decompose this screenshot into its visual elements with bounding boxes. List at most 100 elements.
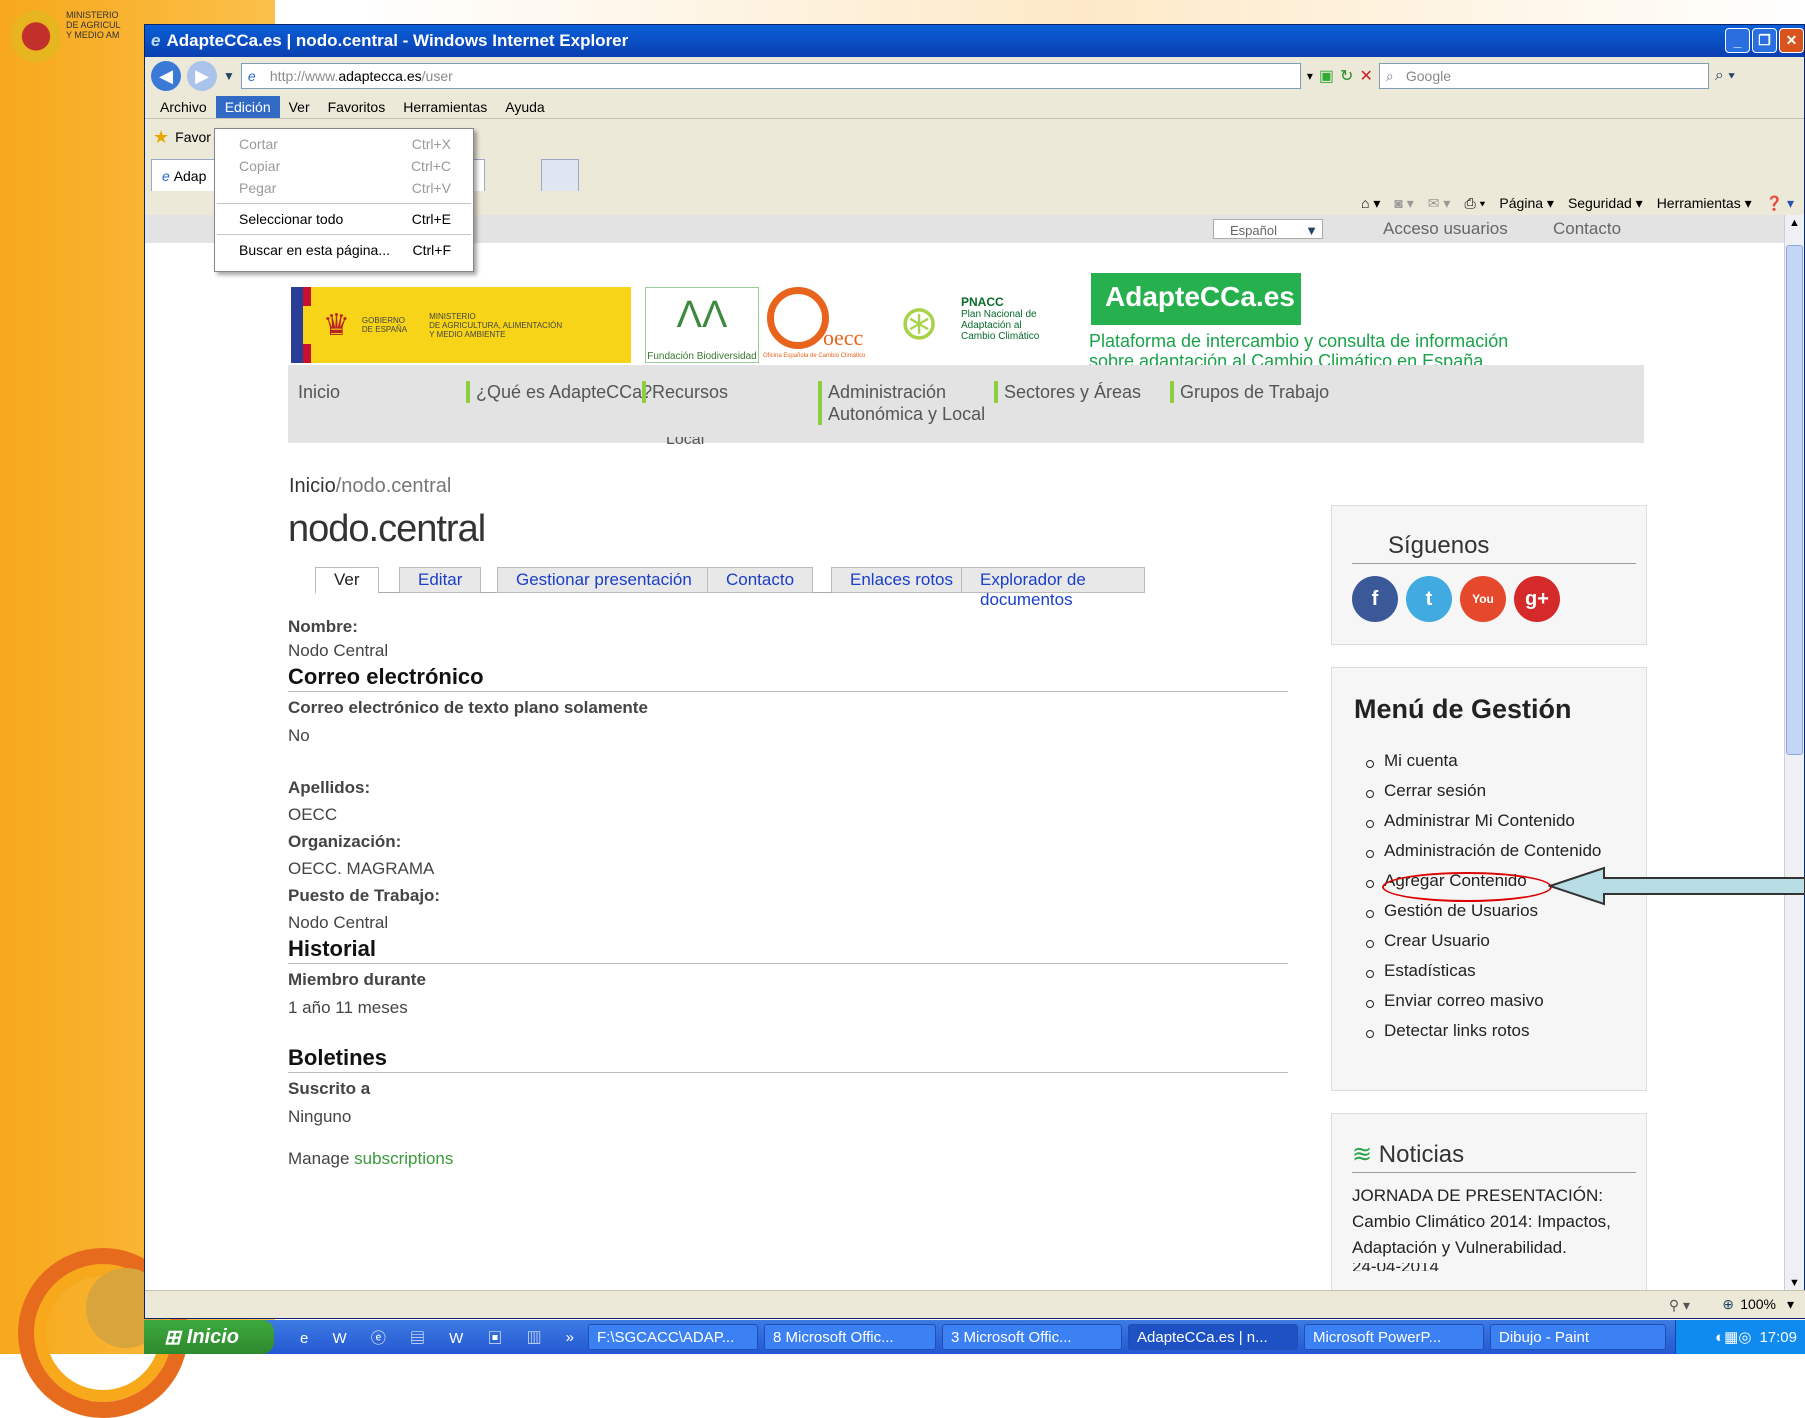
oecc-subtitle: Oficina Española de Cambio Climático [763, 353, 866, 359]
menu-administrar-mi-contenido[interactable]: Administrar Mi Contenido [1366, 811, 1646, 841]
clock: 17:09 [1759, 1328, 1797, 1346]
refresh-icon[interactable]: ↻ [1340, 66, 1353, 86]
youtube-icon[interactable]: You [1460, 576, 1506, 622]
menu-crear-usuario[interactable]: Crear Usuario [1366, 931, 1646, 961]
edit-menu-copiar[interactable]: Copiar Ctrl+C [215, 155, 473, 177]
edit-menu-seleccionar-todo[interactable]: Seleccionar todo Ctrl+E [215, 208, 473, 230]
tab-explorador-documentos[interactable]: Explorador de documentos [961, 567, 1145, 609]
zoom-level[interactable]: 100% [1740, 1296, 1776, 1312]
feeds-icon[interactable]: ◙ ▾ [1394, 195, 1413, 212]
breadcrumb-home[interactable]: Inicio [289, 475, 336, 497]
pnacc-text: PNACC [961, 295, 1004, 309]
zoom-icon[interactable]: ⊕ [1722, 1296, 1734, 1313]
oecc-circle-icon [767, 287, 829, 349]
home-icon[interactable]: ⌂ ▾ [1361, 195, 1380, 212]
back-button[interactable]: ◀ [151, 61, 181, 91]
menu-mi-cuenta[interactable]: Mi cuenta [1366, 751, 1646, 781]
edit-menu-pegar[interactable]: Pegar Ctrl+V [215, 177, 473, 199]
menu-estadisticas[interactable]: Estadísticas [1366, 961, 1646, 991]
gobierno-logo: ♛ GOBIERNO DE ESPAÑA MINISTERIO DE AGRIC… [291, 287, 631, 363]
menu-herramientas[interactable]: Herramientas [394, 96, 496, 118]
favorites-star-icon[interactable]: ★ [153, 127, 169, 148]
news-item[interactable]: JORNADA DE PRESENTACIÓN: Cambio Climátic… [1352, 1183, 1636, 1263]
menu-cerrar-sesion[interactable]: Cerrar sesión [1366, 781, 1646, 811]
nav-administracion[interactable]: Administración Autonómica y Local [818, 381, 988, 425]
menu-detectar-links-rotos[interactable]: Detectar links rotos [1366, 1021, 1646, 1051]
address-dropdown-icon[interactable]: ▾ [1307, 69, 1313, 83]
scroll-up-icon[interactable]: ▲ [1789, 217, 1800, 229]
search-input[interactable]: ⌕ Google [1378, 63, 1709, 89]
scrollbar-thumb[interactable] [1786, 245, 1803, 755]
adaptecca-logo[interactable]: AdapteCCa.es [1091, 273, 1301, 325]
page-menu[interactable]: Página ▾ [1499, 195, 1554, 212]
start-button[interactable]: ⊞ Inicio [144, 1320, 274, 1354]
quick-launch-more-icon[interactable]: » [566, 1329, 574, 1346]
mail-icon[interactable]: ✉ ▾ [1428, 195, 1451, 212]
twitter-icon[interactable]: t [1406, 576, 1452, 622]
minimize-button[interactable]: _ [1725, 28, 1750, 53]
taskbar-powerpoint[interactable]: Microsoft PowerP... [1304, 1324, 1485, 1350]
nav-sectores[interactable]: Sectores y Áreas [994, 381, 1141, 403]
menu-ayuda[interactable]: Ayuda [496, 96, 553, 118]
windows-logo-icon: ⊞ [164, 1326, 181, 1349]
menu-archivo[interactable]: Archivo [151, 96, 216, 118]
vertical-scrollbar[interactable]: ▲ ▼ [1784, 215, 1804, 1291]
search-button-icon[interactable]: ⌕ ▾ [1715, 67, 1735, 85]
taskbar-office[interactable]: 3 Microsoft Offic... [942, 1324, 1123, 1350]
menu-favoritos[interactable]: Favoritos [319, 96, 395, 118]
forward-button[interactable]: ▶ [187, 61, 217, 91]
compat-view-icon[interactable]: ▣ [1319, 66, 1334, 86]
taskbar-explorer[interactable]: F:\SGCACC\ADAP... [588, 1324, 759, 1350]
history-heading: Historial [288, 937, 1288, 964]
address-bar[interactable]: e http://www. adaptecca.es/user [240, 63, 1301, 89]
menu-ver[interactable]: Ver [280, 96, 319, 118]
taskbar-word[interactable]: 8 Microsoft Offic... [764, 1324, 937, 1350]
edit-menu-cortar[interactable]: Cortar Ctrl+X [215, 133, 473, 155]
help-icon[interactable]: ❓ ▾ [1766, 195, 1794, 212]
scroll-down-icon[interactable]: ▼ [1789, 1277, 1800, 1289]
menu-enviar-correo-masivo[interactable]: Enviar correo masivo [1366, 991, 1646, 1021]
wifi-icon: ≋ [1352, 1141, 1379, 1168]
favorites-label[interactable]: Favor [175, 129, 211, 145]
subscriptions-link[interactable]: subscriptions [354, 1149, 453, 1168]
print-icon[interactable]: ⎙ ▾ [1464, 195, 1485, 212]
search-placeholder: Google [1405, 68, 1452, 84]
maximize-button[interactable]: ❐ [1752, 28, 1777, 53]
google-plus-icon[interactable]: g+ [1514, 576, 1560, 622]
tab-gestionar-presentacion[interactable]: Gestionar presentación [497, 567, 711, 593]
search-icon: ⌕ [1385, 67, 1394, 84]
nav-grupos[interactable]: Grupos de Trabajo [1170, 381, 1329, 403]
new-tab-button[interactable] [541, 159, 579, 191]
contact-link[interactable]: Contacto [1553, 219, 1621, 239]
manage-text: Manage [288, 1149, 350, 1168]
tab-enlaces-rotos[interactable]: Enlaces rotos [831, 567, 972, 593]
edit-menu-buscar[interactable]: Buscar en esta página... Ctrl+F [215, 239, 473, 261]
tab-contacto[interactable]: Contacto [707, 567, 814, 593]
nav-overflow-text: Local [666, 437, 705, 447]
facebook-icon[interactable]: f [1352, 576, 1398, 622]
tray-icons[interactable]: ◐▦◎ [1715, 1328, 1751, 1346]
seleccionar-todo-label: Seleccionar todo [239, 211, 344, 227]
menu-edicion[interactable]: Edición [215, 95, 280, 118]
security-zone-icon: ⚲ ▾ [1668, 1297, 1690, 1313]
tools-menu[interactable]: Herramientas ▾ [1657, 195, 1752, 212]
nav-inicio[interactable]: Inicio [298, 381, 340, 403]
stop-icon[interactable]: ✕ [1359, 66, 1372, 86]
url-domain: adaptecca.es [338, 68, 422, 84]
close-button[interactable]: ✕ [1779, 28, 1804, 53]
nav-que-es[interactable]: ¿Qué es AdapteCCa? [466, 381, 652, 403]
menu-separator [217, 234, 471, 235]
menu-bar: Archivo Edición Ver Favoritos Herramient… [145, 95, 1804, 119]
taskbar-paint[interactable]: Dibujo - Paint [1490, 1324, 1667, 1350]
tab-editar[interactable]: Editar [399, 567, 482, 593]
security-menu[interactable]: Seguridad ▾ [1568, 195, 1643, 212]
tab-ie-icon: e [162, 168, 174, 184]
language-select[interactable]: Español ▼ [1213, 219, 1323, 239]
nav-recursos[interactable]: Recursos [642, 381, 728, 403]
zoom-dropdown-icon[interactable]: ▾ [1787, 1296, 1794, 1313]
quick-launch-icons[interactable]: e W ⓔ ▤ W ▣ ▥ [300, 1327, 552, 1348]
access-users-link[interactable]: Acceso usuarios [1383, 219, 1508, 239]
recent-pages-dropdown-icon[interactable]: ▼ [223, 69, 235, 83]
taskbar-ie[interactable]: AdapteCCa.es | n... [1128, 1324, 1299, 1350]
tab-ver[interactable]: Ver [315, 567, 379, 594]
